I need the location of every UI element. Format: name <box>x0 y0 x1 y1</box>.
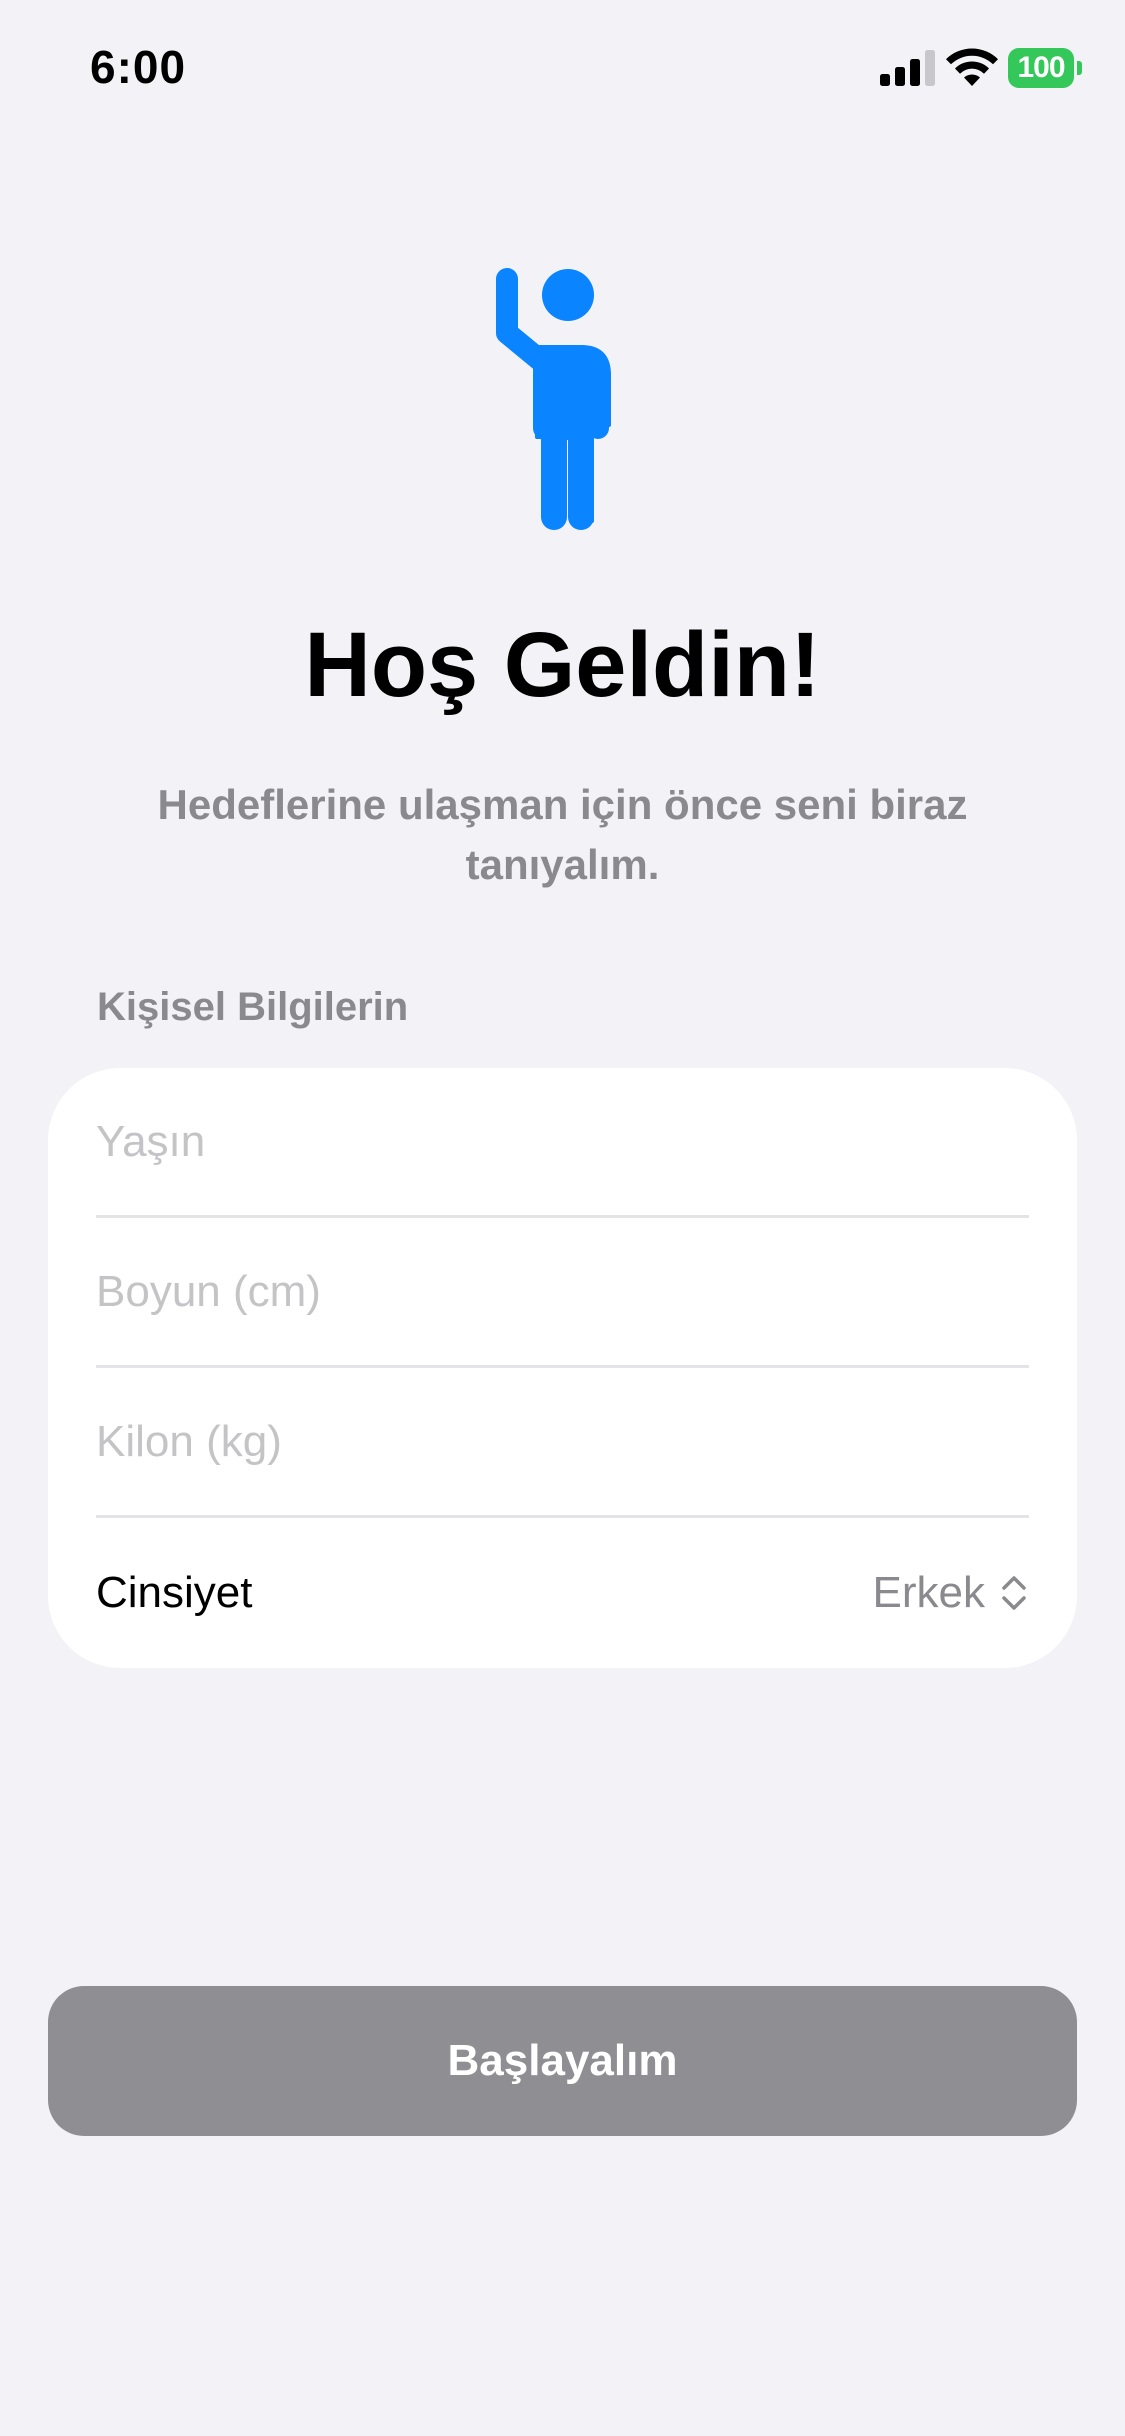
section-header-personal-info: Kişisel Bilgilerin <box>97 985 409 1029</box>
personal-info-form: Cinsiyet Erkek <box>48 1068 1077 1668</box>
age-input[interactable] <box>96 1068 1029 1215</box>
form-row-weight <box>96 1368 1029 1518</box>
form-row-age <box>96 1068 1029 1218</box>
welcome-subtitle: Hedeflerine ulaşman için önce seni biraz… <box>157 781 968 888</box>
form-row-height <box>96 1218 1029 1368</box>
gender-label: Cinsiyet <box>96 1568 253 1617</box>
weight-input[interactable] <box>96 1368 1029 1515</box>
gender-selected-value: Erkek <box>872 1568 985 1617</box>
status-bar: 6:00 100 <box>0 0 1125 140</box>
start-button[interactable]: Başlayalım <box>48 1986 1077 2136</box>
battery-cap <box>1077 61 1082 75</box>
welcome-title: Hoş Geldin! <box>304 614 821 716</box>
gender-picker[interactable]: Erkek <box>873 1518 1029 1668</box>
wifi-icon <box>946 48 998 86</box>
battery-icon: 100 <box>1008 48 1082 88</box>
figure-wave-icon <box>496 268 611 530</box>
status-time: 6:00 <box>90 41 187 93</box>
chevron-up-down-icon <box>1002 1576 1026 1610</box>
battery-level: 100 <box>1008 48 1074 88</box>
cellular-signal-icon <box>880 50 935 86</box>
form-row-gender: Cinsiyet Erkek <box>96 1518 1029 1668</box>
height-input[interactable] <box>96 1218 1029 1365</box>
